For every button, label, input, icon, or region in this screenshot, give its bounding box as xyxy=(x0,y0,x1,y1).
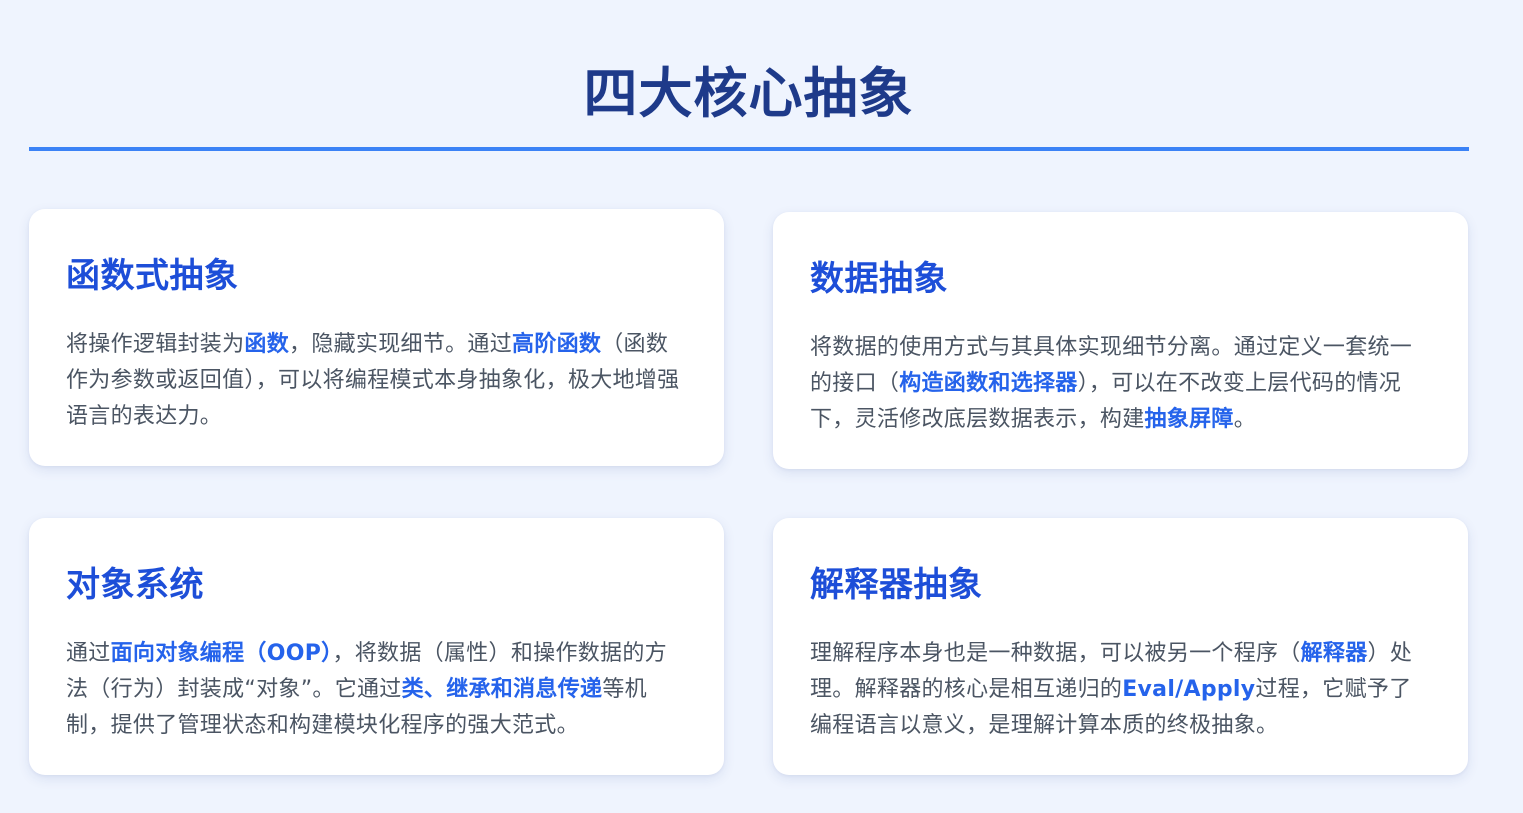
highlight-term: 解释器 xyxy=(1300,641,1368,666)
text-segment: 理解程序本身也是一种数据，可以被另一个程序（ xyxy=(810,641,1301,666)
card-title: 解释器抽象 xyxy=(810,565,983,605)
card-description: 通过面向对象编程（OOP），将数据（属性）和操作数据的方法（行为）封装成“对象”… xyxy=(66,636,688,744)
card-data-abstraction: 数据抽象 将数据的使用方式与其具体实现细节分离。通过定义一套统一的接口（构造函数… xyxy=(773,212,1468,469)
highlight-term: 函数 xyxy=(244,332,290,357)
card-description: 将操作逻辑封装为函数，隐藏实现细节。通过高阶函数（函数作为参数或返回值），可以将… xyxy=(66,327,688,435)
page-title: 四大核心抽象 xyxy=(583,62,914,125)
card-title: 数据抽象 xyxy=(810,259,948,299)
highlight-term: Eval/Apply xyxy=(1122,677,1256,702)
text-segment: ，隐藏实现细节。通过 xyxy=(289,332,513,357)
highlight-term: 构造函数和选择器 xyxy=(899,371,1078,396)
card-functional-abstraction: 函数式抽象 将操作逻辑封装为函数，隐藏实现细节。通过高阶函数（函数作为参数或返回… xyxy=(29,209,724,466)
text-segment: 将操作逻辑封装为 xyxy=(66,332,245,357)
text-segment: 。 xyxy=(1233,407,1257,432)
card-description: 理解程序本身也是一种数据，可以被另一个程序（解释器）处理。解释器的核心是相互递归… xyxy=(810,636,1432,744)
highlight-term: 高阶函数 xyxy=(512,332,602,357)
card-title: 对象系统 xyxy=(66,565,204,605)
card-object-system: 对象系统 通过面向对象编程（OOP），将数据（属性）和操作数据的方法（行为）封装… xyxy=(29,518,724,775)
card-title: 函数式抽象 xyxy=(66,256,239,296)
card-interpreter-abstraction: 解释器抽象 理解程序本身也是一种数据，可以被另一个程序（解释器）处理。解释器的核… xyxy=(773,518,1468,775)
highlight-term: 类、继承和消息传递 xyxy=(401,677,603,702)
card-description: 将数据的使用方式与其具体实现细节分离。通过定义一套统一的接口（构造函数和选择器）… xyxy=(810,330,1432,438)
highlight-term: 抽象屏障 xyxy=(1144,407,1234,432)
highlight-term: 面向对象编程（OOP） xyxy=(110,641,333,666)
text-segment: 通过 xyxy=(66,641,111,666)
title-divider xyxy=(29,147,1469,151)
